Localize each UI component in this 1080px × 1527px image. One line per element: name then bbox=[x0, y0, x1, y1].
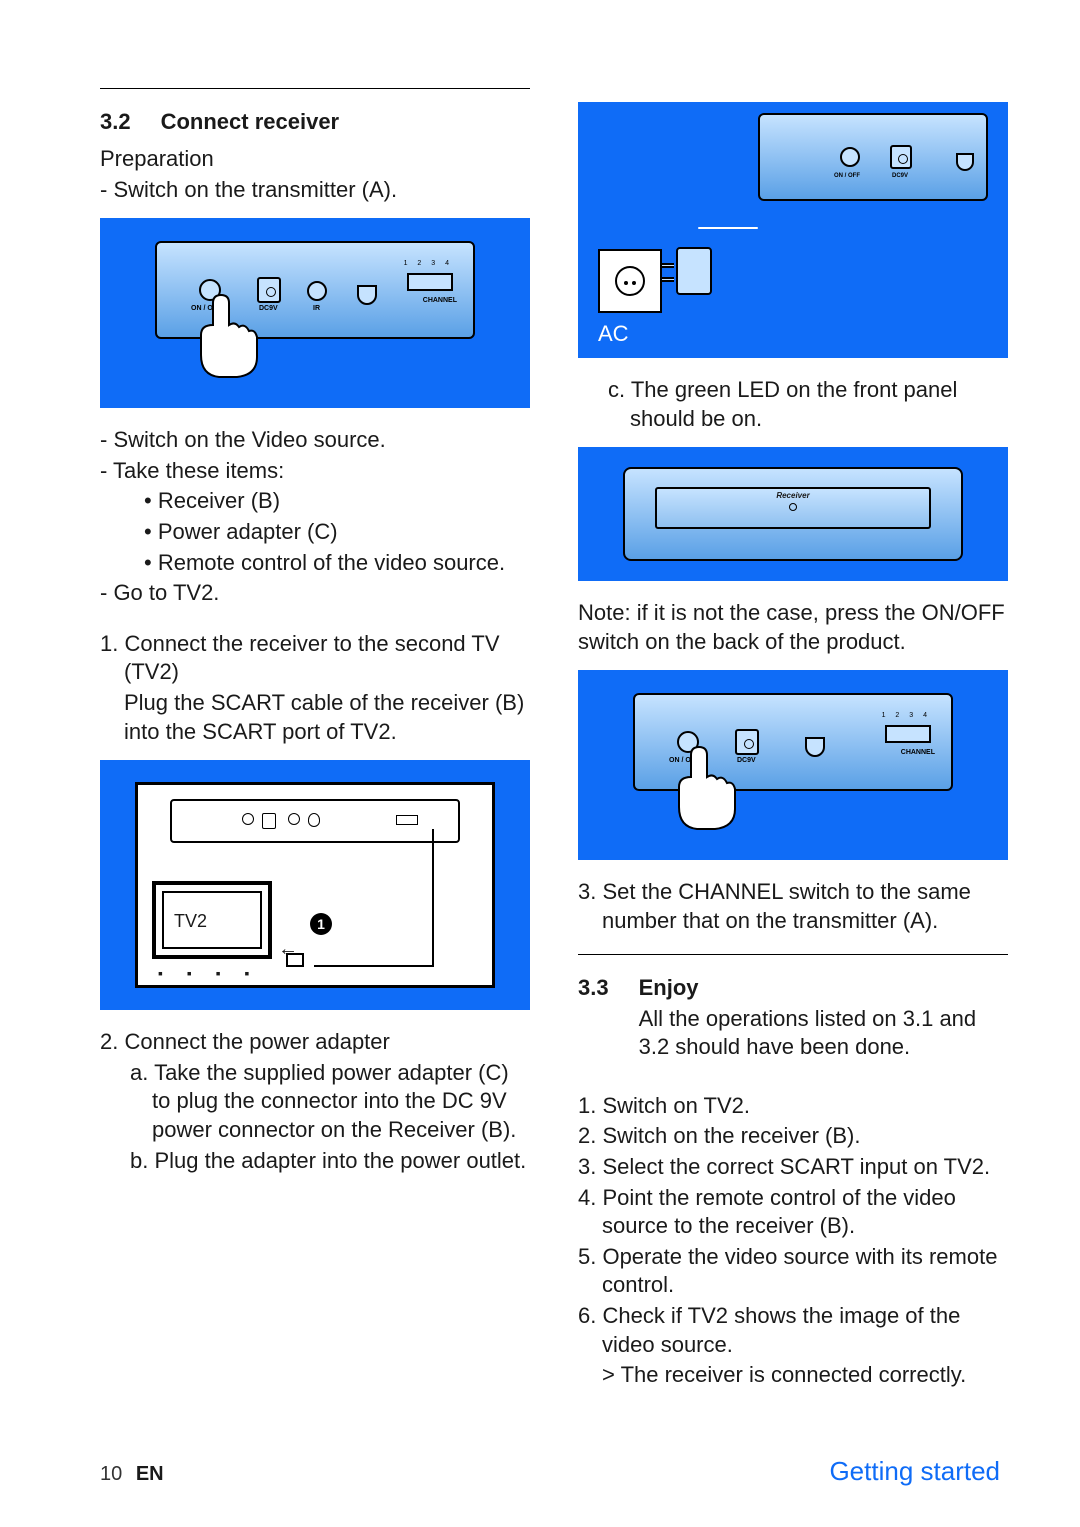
enjoy-step-3: 3. Select the correct SCART input on TV2… bbox=[578, 1153, 1008, 1182]
step2-b: b. Plug the adapter into the power outle… bbox=[100, 1147, 530, 1176]
receiver-back-strip bbox=[170, 799, 460, 843]
dc9v-label: DC9V bbox=[892, 173, 908, 179]
section-title: Connect receiver bbox=[161, 109, 340, 135]
channel-switch-icon bbox=[407, 273, 453, 291]
preparation-block: Preparation - Switch on the transmitter … bbox=[100, 145, 530, 204]
item-adapter: • Power adapter (C) bbox=[100, 518, 530, 547]
channel-switch-icon bbox=[885, 725, 931, 743]
scart-cable-icon bbox=[432, 829, 434, 967]
item-remote: • Remote control of the video source. bbox=[100, 549, 530, 578]
step2-title: 2. Connect the power adapter bbox=[100, 1028, 530, 1057]
tv2-icon: TV2 ▪ ▪ ▪ ▪ bbox=[152, 881, 272, 975]
enjoy-step-2: 2. Switch on the receiver (B). bbox=[578, 1122, 1008, 1151]
step2-block: 2. Connect the power adapter a. Take the… bbox=[100, 1028, 530, 1175]
power-button-icon bbox=[840, 147, 860, 167]
section-3-2-heading: 3.2 Connect receiver bbox=[100, 109, 530, 135]
ac-label: AC bbox=[598, 321, 662, 347]
scart-port-icon bbox=[357, 285, 377, 305]
receiver-label: Receiver bbox=[776, 491, 809, 500]
figure-led-on: Receiver bbox=[578, 447, 1008, 581]
prep-goto-tv2: - Go to TV2. bbox=[100, 579, 530, 608]
step3-text: 3. Set the CHANNEL switch to the same nu… bbox=[578, 878, 1008, 935]
tv2-label: TV2 bbox=[174, 911, 207, 932]
section-rule bbox=[100, 88, 530, 89]
dc-port-icon bbox=[890, 145, 912, 169]
channel-label: CHANNEL bbox=[901, 749, 935, 756]
hand-pointing-icon bbox=[155, 315, 475, 385]
note-text: Note: if it is not the case, press the O… bbox=[578, 599, 1008, 656]
figure-scart-to-tv2: ← 1 TV2 ▪ ▪ ▪ ▪ bbox=[100, 760, 530, 1010]
prep-switch-video: - Switch on the Video source. bbox=[100, 426, 530, 455]
tv-connection-diagram: ← 1 TV2 ▪ ▪ ▪ ▪ bbox=[135, 782, 495, 988]
figure-press-onoff: ON / OFF DC9V 1 2 3 4 CHANNEL bbox=[578, 670, 1008, 860]
ir-port-icon bbox=[307, 281, 327, 301]
enjoy-step-6-result: > The receiver is connected correctly. bbox=[578, 1361, 1008, 1390]
step1-block: 1. Connect the receiver to the second TV… bbox=[100, 630, 530, 746]
two-column-layout: 3.2 Connect receiver Preparation - Switc… bbox=[100, 88, 1000, 1392]
scart-port-icon bbox=[956, 153, 974, 171]
section33-intro: All the operations listed on 3.1 and 3.2… bbox=[639, 1005, 1008, 1062]
enjoy-step-1: 1. Switch on TV2. bbox=[578, 1092, 1008, 1121]
section-title: Enjoy bbox=[639, 975, 1008, 1001]
step2-c: c. The green LED on the front panel shou… bbox=[578, 376, 1008, 433]
language-code: EN bbox=[136, 1463, 164, 1485]
enjoy-step-5: 5. Operate the video source with its rem… bbox=[578, 1243, 1008, 1300]
channel-numbers: 1 2 3 4 bbox=[882, 712, 931, 719]
enjoy-step-4: 4. Point the remote control of the video… bbox=[578, 1184, 1008, 1241]
step2c-block: c. The green LED on the front panel shou… bbox=[578, 376, 1008, 433]
arrow-left-icon: ← bbox=[278, 938, 298, 961]
hand-pointing-icon bbox=[633, 767, 953, 837]
channel-numbers: 1 2 3 4 bbox=[404, 260, 453, 267]
section-number: 3.2 bbox=[100, 109, 131, 135]
ac-outlet-icon bbox=[598, 249, 662, 313]
enjoy-step-6: 6. Check if TV2 shows the image of the v… bbox=[578, 1302, 1008, 1359]
page-footer: 10 EN Getting started bbox=[100, 1456, 1000, 1487]
note-block: Note: if it is not the case, press the O… bbox=[578, 599, 1008, 656]
callout-badge-1: 1 bbox=[310, 913, 332, 935]
left-column: 3.2 Connect receiver Preparation - Switc… bbox=[100, 88, 530, 1392]
receiver-back-illustration: ON / OFF DC9V bbox=[758, 113, 988, 201]
ac-plug-icon bbox=[676, 247, 722, 347]
channel-label: CHANNEL bbox=[423, 297, 457, 304]
section-rule bbox=[578, 954, 1008, 955]
receiver-front-illustration: Receiver bbox=[623, 467, 963, 561]
section-number: 3.3 bbox=[578, 975, 609, 1001]
item-receiver: • Receiver (B) bbox=[100, 487, 530, 516]
led-indicator-icon bbox=[789, 503, 797, 511]
step1-title: 1. Connect the receiver to the second TV… bbox=[100, 630, 530, 687]
step1-text: Plug the SCART cable of the receiver (B)… bbox=[100, 689, 530, 746]
section-3-3-heading: 3.3 Enjoy All the operations listed on 3… bbox=[578, 975, 1008, 1062]
page-number: 10 bbox=[100, 1463, 122, 1485]
preparation-label: Preparation bbox=[100, 145, 530, 174]
document-page: 3.2 Connect receiver Preparation - Switc… bbox=[0, 0, 1080, 1527]
step2-a: a. Take the supplied power adapter (C) t… bbox=[100, 1059, 530, 1145]
enjoy-steps: 1. Switch on TV2. 2. Switch on the recei… bbox=[578, 1092, 1008, 1390]
right-column: ON / OFF DC9V AC bbox=[578, 88, 1008, 1392]
prep-take-items: - Take these items: bbox=[100, 457, 530, 486]
chapter-title: Getting started bbox=[829, 1456, 1000, 1487]
figure-switch-on-transmitter: ON / OFF DC9V IR 1 2 3 4 CHANNEL bbox=[100, 218, 530, 408]
onoff-label: ON / OFF bbox=[834, 173, 860, 179]
figure-power-adapter: ON / OFF DC9V AC bbox=[578, 102, 1008, 358]
prep-switch-tx: - Switch on the transmitter (A). bbox=[100, 176, 530, 205]
ir-label: IR bbox=[313, 305, 320, 312]
scart-port-icon bbox=[805, 737, 825, 757]
step3-block: 3. Set the CHANNEL switch to the same nu… bbox=[578, 878, 1008, 935]
preparation-continued: - Switch on the Video source. - Take the… bbox=[100, 426, 530, 608]
